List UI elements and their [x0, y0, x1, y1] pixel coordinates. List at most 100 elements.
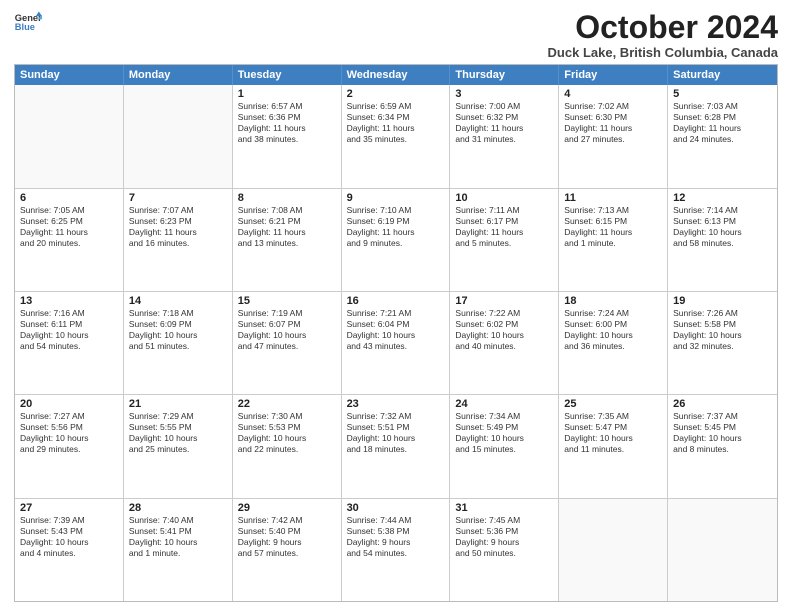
- cal-cell: 29Sunrise: 7:42 AM Sunset: 5:40 PM Dayli…: [233, 499, 342, 601]
- day-number: 11: [564, 192, 662, 204]
- logo: General Blue: [14, 10, 42, 38]
- day-number: 5: [673, 88, 772, 100]
- cal-cell: [15, 85, 124, 187]
- cell-info: Sunrise: 7:00 AM Sunset: 6:32 PM Dayligh…: [455, 101, 553, 145]
- cell-info: Sunrise: 7:10 AM Sunset: 6:19 PM Dayligh…: [347, 205, 445, 249]
- calendar-row-2: 13Sunrise: 7:16 AM Sunset: 6:11 PM Dayli…: [15, 292, 777, 395]
- cal-cell: [124, 85, 233, 187]
- cal-cell: 9Sunrise: 7:10 AM Sunset: 6:19 PM Daylig…: [342, 189, 451, 291]
- day-number: 30: [347, 502, 445, 514]
- cell-info: Sunrise: 7:02 AM Sunset: 6:30 PM Dayligh…: [564, 101, 662, 145]
- cal-cell: 6Sunrise: 7:05 AM Sunset: 6:25 PM Daylig…: [15, 189, 124, 291]
- cal-cell: 28Sunrise: 7:40 AM Sunset: 5:41 PM Dayli…: [124, 499, 233, 601]
- cal-cell: 25Sunrise: 7:35 AM Sunset: 5:47 PM Dayli…: [559, 395, 668, 497]
- day-number: 10: [455, 192, 553, 204]
- calendar-row-3: 20Sunrise: 7:27 AM Sunset: 5:56 PM Dayli…: [15, 395, 777, 498]
- header-day-sunday: Sunday: [15, 65, 124, 85]
- day-number: 23: [347, 398, 445, 410]
- title-area: October 2024 Duck Lake, British Columbia…: [548, 10, 778, 60]
- cal-cell: 26Sunrise: 7:37 AM Sunset: 5:45 PM Dayli…: [668, 395, 777, 497]
- cal-cell: 21Sunrise: 7:29 AM Sunset: 5:55 PM Dayli…: [124, 395, 233, 497]
- cal-cell: 3Sunrise: 7:00 AM Sunset: 6:32 PM Daylig…: [450, 85, 559, 187]
- cell-info: Sunrise: 7:39 AM Sunset: 5:43 PM Dayligh…: [20, 515, 118, 559]
- day-number: 27: [20, 502, 118, 514]
- cal-cell: 31Sunrise: 7:45 AM Sunset: 5:36 PM Dayli…: [450, 499, 559, 601]
- cal-cell: 27Sunrise: 7:39 AM Sunset: 5:43 PM Dayli…: [15, 499, 124, 601]
- cal-cell: 24Sunrise: 7:34 AM Sunset: 5:49 PM Dayli…: [450, 395, 559, 497]
- cal-cell: 8Sunrise: 7:08 AM Sunset: 6:21 PM Daylig…: [233, 189, 342, 291]
- page-header: General Blue October 2024 Duck Lake, Bri…: [14, 10, 778, 60]
- day-number: 18: [564, 295, 662, 307]
- cell-info: Sunrise: 7:27 AM Sunset: 5:56 PM Dayligh…: [20, 411, 118, 455]
- day-number: 2: [347, 88, 445, 100]
- day-number: 8: [238, 192, 336, 204]
- cal-cell: 5Sunrise: 7:03 AM Sunset: 6:28 PM Daylig…: [668, 85, 777, 187]
- cal-cell: 22Sunrise: 7:30 AM Sunset: 5:53 PM Dayli…: [233, 395, 342, 497]
- day-number: 22: [238, 398, 336, 410]
- day-number: 13: [20, 295, 118, 307]
- cal-cell: 17Sunrise: 7:22 AM Sunset: 6:02 PM Dayli…: [450, 292, 559, 394]
- day-number: 24: [455, 398, 553, 410]
- cal-cell: 1Sunrise: 6:57 AM Sunset: 6:36 PM Daylig…: [233, 85, 342, 187]
- day-number: 26: [673, 398, 772, 410]
- day-number: 7: [129, 192, 227, 204]
- day-number: 28: [129, 502, 227, 514]
- header-day-thursday: Thursday: [450, 65, 559, 85]
- cal-cell: [559, 499, 668, 601]
- calendar-row-0: 1Sunrise: 6:57 AM Sunset: 6:36 PM Daylig…: [15, 85, 777, 188]
- cell-info: Sunrise: 7:08 AM Sunset: 6:21 PM Dayligh…: [238, 205, 336, 249]
- day-number: 17: [455, 295, 553, 307]
- cal-cell: 16Sunrise: 7:21 AM Sunset: 6:04 PM Dayli…: [342, 292, 451, 394]
- cal-cell: 18Sunrise: 7:24 AM Sunset: 6:00 PM Dayli…: [559, 292, 668, 394]
- cell-info: Sunrise: 7:07 AM Sunset: 6:23 PM Dayligh…: [129, 205, 227, 249]
- cell-info: Sunrise: 7:37 AM Sunset: 5:45 PM Dayligh…: [673, 411, 772, 455]
- calendar-row-1: 6Sunrise: 7:05 AM Sunset: 6:25 PM Daylig…: [15, 189, 777, 292]
- day-number: 14: [129, 295, 227, 307]
- main-title: October 2024: [548, 10, 778, 45]
- cell-info: Sunrise: 7:19 AM Sunset: 6:07 PM Dayligh…: [238, 308, 336, 352]
- cal-cell: 14Sunrise: 7:18 AM Sunset: 6:09 PM Dayli…: [124, 292, 233, 394]
- day-number: 16: [347, 295, 445, 307]
- cal-cell: 12Sunrise: 7:14 AM Sunset: 6:13 PM Dayli…: [668, 189, 777, 291]
- cell-info: Sunrise: 7:42 AM Sunset: 5:40 PM Dayligh…: [238, 515, 336, 559]
- calendar-body: 1Sunrise: 6:57 AM Sunset: 6:36 PM Daylig…: [15, 85, 777, 601]
- cal-cell: [668, 499, 777, 601]
- cal-cell: 19Sunrise: 7:26 AM Sunset: 5:58 PM Dayli…: [668, 292, 777, 394]
- header-day-friday: Friday: [559, 65, 668, 85]
- cell-info: Sunrise: 7:22 AM Sunset: 6:02 PM Dayligh…: [455, 308, 553, 352]
- cal-cell: 13Sunrise: 7:16 AM Sunset: 6:11 PM Dayli…: [15, 292, 124, 394]
- header-day-tuesday: Tuesday: [233, 65, 342, 85]
- day-number: 29: [238, 502, 336, 514]
- day-number: 12: [673, 192, 772, 204]
- cal-cell: 20Sunrise: 7:27 AM Sunset: 5:56 PM Dayli…: [15, 395, 124, 497]
- day-number: 21: [129, 398, 227, 410]
- day-number: 9: [347, 192, 445, 204]
- cell-info: Sunrise: 6:59 AM Sunset: 6:34 PM Dayligh…: [347, 101, 445, 145]
- header-day-monday: Monday: [124, 65, 233, 85]
- day-number: 25: [564, 398, 662, 410]
- day-number: 6: [20, 192, 118, 204]
- cal-cell: 10Sunrise: 7:11 AM Sunset: 6:17 PM Dayli…: [450, 189, 559, 291]
- cell-info: Sunrise: 7:35 AM Sunset: 5:47 PM Dayligh…: [564, 411, 662, 455]
- cell-info: Sunrise: 7:29 AM Sunset: 5:55 PM Dayligh…: [129, 411, 227, 455]
- cell-info: Sunrise: 7:11 AM Sunset: 6:17 PM Dayligh…: [455, 205, 553, 249]
- cell-info: Sunrise: 7:34 AM Sunset: 5:49 PM Dayligh…: [455, 411, 553, 455]
- day-number: 3: [455, 88, 553, 100]
- cell-info: Sunrise: 7:03 AM Sunset: 6:28 PM Dayligh…: [673, 101, 772, 145]
- cal-cell: 11Sunrise: 7:13 AM Sunset: 6:15 PM Dayli…: [559, 189, 668, 291]
- cell-info: Sunrise: 6:57 AM Sunset: 6:36 PM Dayligh…: [238, 101, 336, 145]
- cal-cell: 7Sunrise: 7:07 AM Sunset: 6:23 PM Daylig…: [124, 189, 233, 291]
- subtitle: Duck Lake, British Columbia, Canada: [548, 45, 778, 60]
- day-number: 19: [673, 295, 772, 307]
- cal-cell: 30Sunrise: 7:44 AM Sunset: 5:38 PM Dayli…: [342, 499, 451, 601]
- cell-info: Sunrise: 7:44 AM Sunset: 5:38 PM Dayligh…: [347, 515, 445, 559]
- svg-text:Blue: Blue: [15, 22, 35, 32]
- day-number: 4: [564, 88, 662, 100]
- calendar: SundayMondayTuesdayWednesdayThursdayFrid…: [14, 64, 778, 602]
- cell-info: Sunrise: 7:32 AM Sunset: 5:51 PM Dayligh…: [347, 411, 445, 455]
- cell-info: Sunrise: 7:40 AM Sunset: 5:41 PM Dayligh…: [129, 515, 227, 559]
- cal-cell: 23Sunrise: 7:32 AM Sunset: 5:51 PM Dayli…: [342, 395, 451, 497]
- cell-info: Sunrise: 7:14 AM Sunset: 6:13 PM Dayligh…: [673, 205, 772, 249]
- cell-info: Sunrise: 7:30 AM Sunset: 5:53 PM Dayligh…: [238, 411, 336, 455]
- cell-info: Sunrise: 7:24 AM Sunset: 6:00 PM Dayligh…: [564, 308, 662, 352]
